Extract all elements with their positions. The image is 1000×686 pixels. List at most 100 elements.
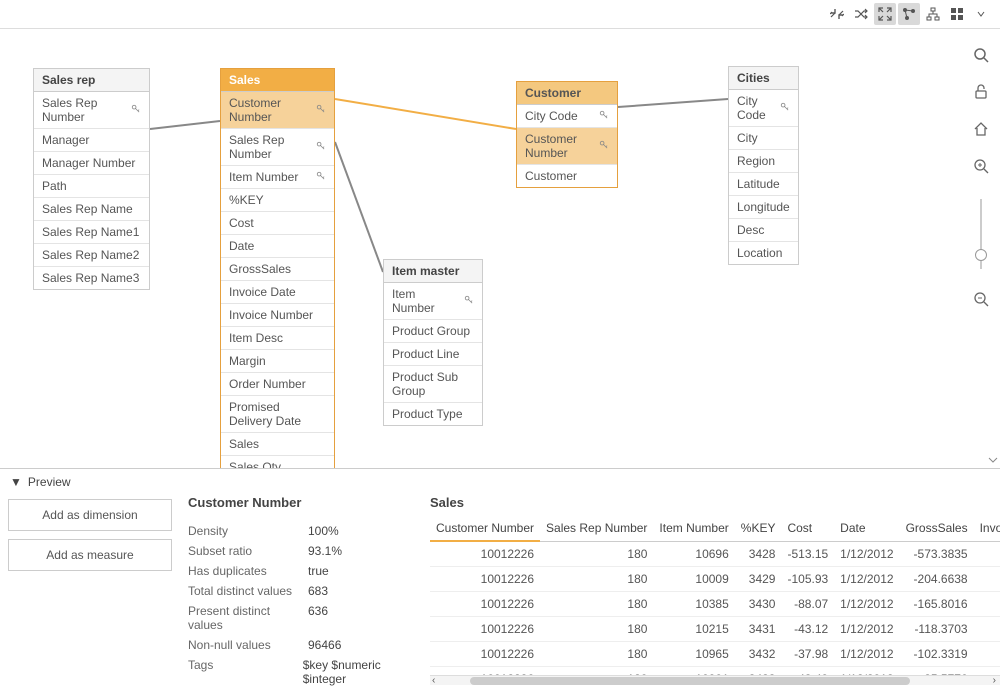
table-row[interactable]: 10012226180109653432-37.981/12/2012-102.… [430, 642, 1000, 667]
table-sales-rep[interactable]: Sales rep Sales Rep NumberManagerManager… [33, 68, 150, 290]
stat-value: 96466 [308, 638, 341, 652]
table-row[interactable]: 10012226180106963428-513.151/12/2012-573… [430, 541, 1000, 567]
field-name: Customer Number [188, 495, 422, 510]
table-field[interactable]: Margin [221, 350, 334, 373]
table-header[interactable]: Item master [384, 260, 482, 283]
field-label: Sales Rep Name2 [42, 248, 139, 262]
table-field[interactable]: Region [729, 150, 798, 173]
table-field[interactable]: Sales [221, 433, 334, 456]
table-field[interactable]: Item Number [221, 166, 334, 189]
table-row[interactable]: 10012226180100093429-105.931/12/2012-204… [430, 567, 1000, 592]
table-field[interactable]: Item Number [384, 283, 482, 320]
table-field[interactable]: Invoice Date [221, 281, 334, 304]
table-field[interactable]: City [729, 127, 798, 150]
column-header[interactable]: Date [834, 516, 899, 541]
shuffle-icon[interactable] [850, 3, 872, 25]
add-as-dimension-button[interactable]: Add as dimension [8, 499, 172, 531]
table-field[interactable]: Sales Rep Name2 [34, 244, 149, 267]
table-field[interactable]: Order Number [221, 373, 334, 396]
collapse-icon[interactable] [826, 3, 848, 25]
zoom-out-icon[interactable] [973, 291, 989, 310]
table-field[interactable]: Sales Rep Name3 [34, 267, 149, 289]
stat-label: Total distinct values [188, 584, 308, 598]
table-row[interactable]: 10012226180102153431-43.121/12/2012-118.… [430, 617, 1000, 642]
table-field[interactable]: Path [34, 175, 149, 198]
field-label: City Code [525, 109, 578, 123]
cell: 1/12/20 [974, 617, 1000, 642]
column-header[interactable]: Item Number [653, 516, 734, 541]
table-field[interactable]: Sales Rep Number [221, 129, 334, 166]
expand-icon[interactable] [874, 3, 896, 25]
scroll-right-icon[interactable]: › [991, 675, 998, 685]
table-field[interactable]: Cost [221, 212, 334, 235]
table-header[interactable]: Sales [221, 69, 334, 92]
table-field[interactable]: Product Type [384, 403, 482, 425]
cell: -105.93 [781, 567, 834, 592]
table-field[interactable]: Desc [729, 219, 798, 242]
scroll-left-icon[interactable]: ‹ [430, 675, 437, 685]
add-as-measure-button[interactable]: Add as measure [8, 539, 172, 571]
table-field[interactable]: Invoice Number [221, 304, 334, 327]
table-sales[interactable]: Sales Customer NumberSales Rep NumberIte… [220, 68, 335, 479]
home-icon[interactable] [973, 121, 989, 140]
table-customer[interactable]: Customer City CodeCustomer NumberCustome… [516, 81, 618, 188]
stat-label: Non-null values [188, 638, 308, 652]
table-field[interactable]: Product Line [384, 343, 482, 366]
column-header[interactable]: Customer Number [430, 516, 540, 541]
table-row[interactable]: 10012226180109013433-43.491/12/2012-85.5… [430, 667, 1000, 676]
table-field[interactable]: %KEY [221, 189, 334, 212]
table-field[interactable]: Item Desc [221, 327, 334, 350]
field-label: City [737, 131, 758, 145]
field-label: Customer Number [229, 96, 310, 124]
stat-value: true [308, 564, 329, 578]
grid-icon[interactable] [946, 3, 968, 25]
preview-toggle[interactable]: ▼ Preview [0, 469, 1000, 495]
table-field[interactable]: Product Sub Group [384, 366, 482, 403]
table-field[interactable]: GrossSales [221, 258, 334, 281]
table-field[interactable]: Sales Rep Number [34, 92, 149, 129]
table-header[interactable]: Customer [517, 82, 617, 105]
table-cities[interactable]: Cities City Code City RegionLatitude Longit… [728, 66, 799, 265]
zoom-slider[interactable] [980, 199, 982, 269]
cell: 1/12/20 [974, 592, 1000, 617]
grid-menu-chevron[interactable] [970, 3, 992, 25]
stat-row: Density100% [188, 524, 422, 538]
table-field[interactable]: Longitude [729, 196, 798, 219]
table-field[interactable]: Manager Number [34, 152, 149, 175]
layout-tree-icon[interactable] [922, 3, 944, 25]
table-field[interactable]: Latitude [729, 173, 798, 196]
lock-icon[interactable] [973, 84, 989, 103]
table-field[interactable]: Product Group [384, 320, 482, 343]
table-row[interactable]: 10012226180103853430-88.071/12/2012-165.… [430, 592, 1000, 617]
table-field[interactable]: Sales Rep Name1 [34, 221, 149, 244]
search-icon[interactable] [973, 47, 989, 66]
table-header[interactable]: Sales rep [34, 69, 149, 92]
table-field[interactable]: Customer Number [517, 128, 617, 165]
column-header[interactable]: GrossSales [900, 516, 974, 541]
table-field[interactable]: Customer [517, 165, 617, 187]
column-header[interactable]: Sales Rep Number [540, 516, 653, 541]
scrollbar-thumb[interactable] [470, 677, 910, 685]
zoom-slider-thumb[interactable] [975, 249, 987, 261]
table-field[interactable]: City Code [517, 105, 617, 128]
cell: 1/12/2012 [834, 617, 899, 642]
column-header[interactable]: %KEY [735, 516, 782, 541]
zoom-in-icon[interactable] [973, 158, 989, 177]
table-field[interactable]: Promised Delivery Date [221, 396, 334, 433]
table-field[interactable]: City Code [729, 90, 798, 127]
cell: -204.6638 [900, 567, 974, 592]
resize-handle-icon[interactable] [988, 452, 998, 466]
table-item-master[interactable]: Item master Item NumberProduct GroupProd… [383, 259, 483, 426]
layout-cluster-icon[interactable] [898, 3, 920, 25]
table-field[interactable]: Manager [34, 129, 149, 152]
column-header[interactable]: Cost [781, 516, 834, 541]
table-header[interactable]: Cities [729, 67, 798, 90]
table-field[interactable]: Sales Rep Name [34, 198, 149, 221]
column-header[interactable]: Invoice Date [974, 516, 1000, 541]
horizontal-scrollbar[interactable]: ‹ › [430, 675, 1000, 685]
table-field[interactable]: Date [221, 235, 334, 258]
field-label: Longitude [737, 200, 790, 214]
table-field[interactable]: Customer Number [221, 92, 334, 129]
table-field[interactable]: Location [729, 242, 798, 264]
field-label: City Code [737, 94, 774, 122]
